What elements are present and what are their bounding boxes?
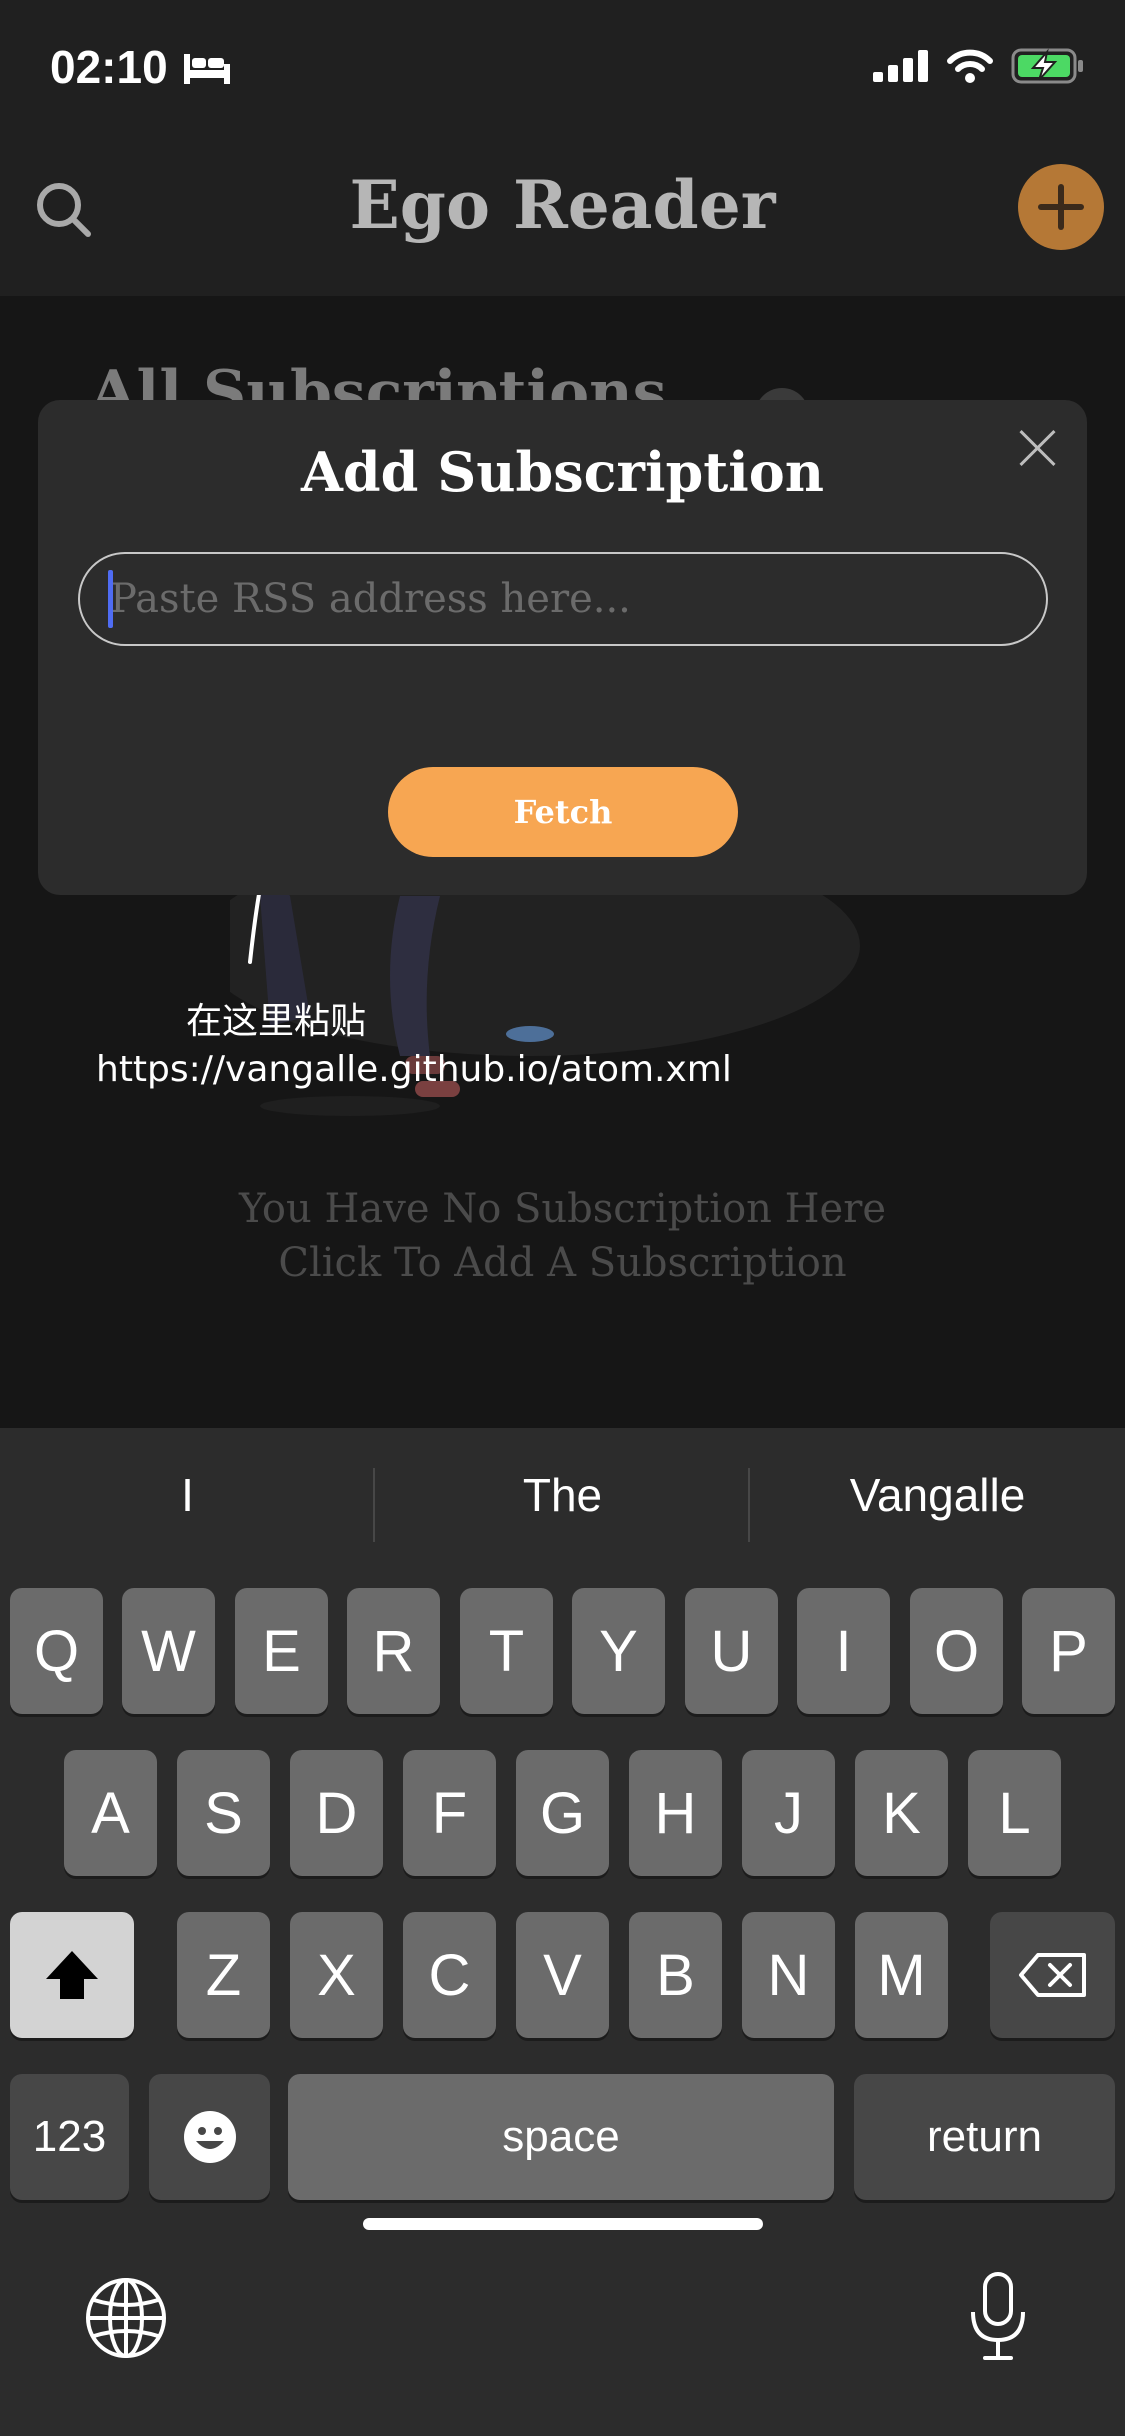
home-indicator[interactable] <box>363 2218 763 2230</box>
globe-button[interactable] <box>84 2276 168 2360</box>
paste-hint-annotation: 在这里粘贴https://vangalle.github.io/atom.xml <box>96 1001 732 1090</box>
add-subscription-button[interactable] <box>1018 164 1104 250</box>
key-b[interactable]: B <box>629 1912 722 2038</box>
ios-keyboard: I The Vangalle Q W E R T Y U I O P A S D… <box>0 1428 1125 2436</box>
app-header: Ego Reader <box>0 140 1125 296</box>
key-k[interactable]: K <box>855 1750 948 1876</box>
fetch-button[interactable]: Fetch <box>388 767 738 857</box>
emoji-key[interactable] <box>149 2074 270 2200</box>
wifi-icon <box>947 49 993 88</box>
shift-icon <box>46 1951 98 1999</box>
key-a[interactable]: A <box>64 1750 157 1876</box>
suggestion-1[interactable]: I <box>0 1468 375 1522</box>
status-bar: 02:10 <box>0 0 1125 140</box>
key-q[interactable]: Q <box>10 1588 103 1714</box>
key-f[interactable]: F <box>403 1750 496 1876</box>
add-subscription-dialog: Add Subscription Fetch <box>38 400 1087 895</box>
key-r[interactable]: R <box>347 1588 440 1714</box>
key-w[interactable]: W <box>122 1588 215 1714</box>
key-g[interactable]: G <box>516 1750 609 1876</box>
space-key[interactable]: space <box>288 2074 834 2200</box>
text-cursor <box>108 570 113 628</box>
backspace-icon <box>1018 1953 1086 1997</box>
key-t[interactable]: T <box>460 1588 553 1714</box>
key-s[interactable]: S <box>177 1750 270 1876</box>
key-z[interactable]: Z <box>177 1912 270 2038</box>
empty-state-subtitle[interactable]: Click To Add A Subscription <box>0 1240 1125 1286</box>
return-key[interactable]: return <box>854 2074 1115 2200</box>
suggestion-2[interactable]: The <box>375 1468 750 1522</box>
close-button[interactable] <box>1012 422 1064 474</box>
status-indicators <box>873 48 1085 89</box>
key-o[interactable]: O <box>910 1588 1003 1714</box>
globe-icon <box>86 2278 166 2358</box>
key-l[interactable]: L <box>968 1750 1061 1876</box>
status-time: 02:10 <box>50 41 168 93</box>
key-u[interactable]: U <box>685 1588 778 1714</box>
microphone-icon <box>971 2272 1025 2360</box>
key-v[interactable]: V <box>516 1912 609 2038</box>
battery-charging-icon <box>1011 48 1085 89</box>
suggestion-3[interactable]: Vangalle <box>750 1468 1125 1522</box>
key-i[interactable]: I <box>797 1588 890 1714</box>
shift-key[interactable] <box>10 1912 134 2038</box>
sleep-mode-icon <box>182 50 232 91</box>
cellular-signal-icon <box>873 50 929 87</box>
predictive-suggestions-bar: I The Vangalle <box>0 1428 1125 1578</box>
key-d[interactable]: D <box>290 1750 383 1876</box>
key-n[interactable]: N <box>742 1912 835 2038</box>
emoji-icon <box>183 2111 236 2163</box>
key-x[interactable]: X <box>290 1912 383 2038</box>
key-h[interactable]: H <box>629 1750 722 1876</box>
app-title: Ego Reader <box>349 166 776 244</box>
key-m[interactable]: M <box>855 1912 948 2038</box>
key-j[interactable]: J <box>742 1750 835 1876</box>
key-c[interactable]: C <box>403 1912 496 2038</box>
key-p[interactable]: P <box>1022 1588 1115 1714</box>
empty-state-title: You Have No Subscription Here <box>239 1186 886 1232</box>
dictation-button[interactable] <box>965 2270 1031 2364</box>
rss-address-input[interactable] <box>78 552 1048 646</box>
numbers-key[interactable]: 123 <box>10 2074 129 2200</box>
delete-key[interactable] <box>990 1912 1115 2038</box>
key-y[interactable]: Y <box>572 1588 665 1714</box>
key-e[interactable]: E <box>235 1588 328 1714</box>
dialog-title: Add Subscription <box>301 440 824 504</box>
